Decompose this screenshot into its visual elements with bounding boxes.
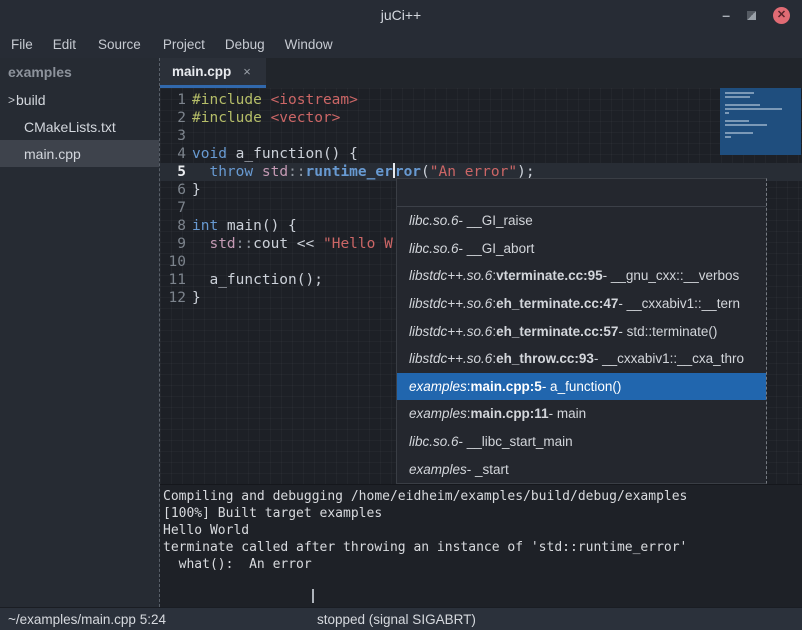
title-bar[interactable]: juCi++ – ✕ xyxy=(0,0,802,30)
stack-frame-libc-start-main[interactable]: libc.so.6 - __libc_start_main xyxy=(397,428,766,456)
terminal-cursor xyxy=(312,589,314,603)
line-number: 4 xyxy=(160,145,186,163)
line-number: 3 xyxy=(160,127,186,145)
sidebar-item-label: CMakeLists.txt xyxy=(0,119,116,135)
line-number: 5 xyxy=(160,163,186,181)
code-text: } xyxy=(192,289,201,307)
maximize-icon[interactable] xyxy=(747,11,756,20)
file-tree-sidebar: examples >build CMakeLists.txt main.cpp xyxy=(0,58,160,607)
project-name: examples xyxy=(0,58,159,86)
sidebar-item-label: main.cpp xyxy=(0,146,81,162)
chevron-right-icon[interactable]: > xyxy=(0,93,16,107)
stack-frame-cxxabiv1-cxa-thro[interactable]: libstdc++.so.6:eh_throw.cc:93 - __cxxabi… xyxy=(397,345,766,373)
terminal-line: Compiling and debugging /home/eidheim/ex… xyxy=(163,488,802,505)
sidebar-item-main-cpp[interactable]: main.cpp xyxy=(0,140,159,167)
app-window: juCi++ – ✕ FileEditSourceProjectDebugWin… xyxy=(0,0,802,630)
tab-bar: main.cpp × xyxy=(160,58,802,88)
sidebar-item-label: build xyxy=(16,92,46,108)
line-number: 6 xyxy=(160,181,186,199)
code-line-3: 3 xyxy=(160,127,802,145)
stack-frame-std-terminate[interactable]: libstdc++.so.6:eh_terminate.cc:57 - std:… xyxy=(397,317,766,345)
code-text: int main() { xyxy=(192,217,297,235)
terminal-line: Hello World xyxy=(163,522,802,539)
sidebar-item-build[interactable]: >build xyxy=(0,86,159,113)
line-number: 8 xyxy=(160,217,186,235)
status-file-path: ~/examples/main.cpp 5:24 xyxy=(0,612,166,627)
line-number: 11 xyxy=(160,271,186,289)
terminal-line: [100%] Built target examples xyxy=(163,505,802,522)
code-overview-tooltip xyxy=(720,88,801,155)
menu-bar: FileEditSourceProjectDebugWindow xyxy=(0,30,802,58)
menu-debug[interactable]: Debug xyxy=(215,30,275,58)
status-debug-state: stopped (signal SIGABRT) xyxy=(317,612,476,627)
terminal-line: terminate called after throwing an insta… xyxy=(163,539,802,556)
menu-source[interactable]: Source xyxy=(86,30,153,58)
code-line-2: 2 #include <vector> xyxy=(160,109,802,127)
menu-file[interactable]: File xyxy=(1,30,43,58)
menu-project[interactable]: Project xyxy=(153,30,215,58)
terminal-line: what(): An error xyxy=(163,556,802,573)
menu-edit[interactable]: Edit xyxy=(43,30,86,58)
stack-frame-a-function[interactable]: examples:main.cpp:5 - a_function() xyxy=(397,373,766,401)
stack-frame-cxxabiv1-tern[interactable]: libstdc++.so.6:eh_terminate.cc:47 - __cx… xyxy=(397,290,766,318)
stack-frame-gi-abort[interactable]: libc.so.6 - __GI_abort xyxy=(397,235,766,263)
tab-main-cpp[interactable]: main.cpp × xyxy=(160,58,266,88)
code-text: #include <iostream> xyxy=(192,91,358,109)
stack-frame-gnu-cxx-verbos[interactable]: libstdc++.so.6:vterminate.cc:95 - __gnu_… xyxy=(397,262,766,290)
line-number: 2 xyxy=(160,109,186,127)
code-text: } xyxy=(192,181,201,199)
terminal-output[interactable]: Compiling and debugging /home/eidheim/ex… xyxy=(160,484,802,607)
code-text: std::cout << "Hello W xyxy=(192,235,393,253)
stack-trace-popup: libc.so.6 - __GI_raiselibc.so.6 - __GI_a… xyxy=(396,178,767,484)
code-text: a_function(); xyxy=(192,271,323,289)
line-number: 1 xyxy=(160,91,186,109)
code-text: void a_function() { xyxy=(192,145,358,163)
code-text: #include <vector> xyxy=(192,109,340,127)
code-editor[interactable]: 1 #include <iostream> 2 #include <vector> 34… xyxy=(160,88,802,484)
line-number: 9 xyxy=(160,235,186,253)
sidebar-item-cmakelists-txt[interactable]: CMakeLists.txt xyxy=(0,113,159,140)
status-bar: ~/examples/main.cpp 5:24 stopped (signal… xyxy=(0,607,802,630)
close-icon[interactable]: ✕ xyxy=(773,7,790,24)
line-number: 10 xyxy=(160,253,186,271)
window-title: juCi++ xyxy=(0,7,802,23)
line-number: 7 xyxy=(160,199,186,217)
tab-label: main.cpp xyxy=(172,64,231,79)
stack-frame-gi-raise[interactable]: libc.so.6 - __GI_raise xyxy=(397,207,766,235)
code-line-1: 1 #include <iostream> xyxy=(160,91,802,109)
minimize-icon[interactable]: – xyxy=(722,8,730,22)
line-number: 12 xyxy=(160,289,186,307)
stack-trace-popup-header xyxy=(397,179,766,207)
stack-frame-start[interactable]: examples - _start xyxy=(397,455,766,483)
stack-frame-main[interactable]: examples:main.cpp:11 - main xyxy=(397,400,766,428)
tab-close-icon[interactable]: × xyxy=(243,64,251,79)
menu-window[interactable]: Window xyxy=(275,30,343,58)
code-line-4: 4 void a_function() { xyxy=(160,145,802,163)
